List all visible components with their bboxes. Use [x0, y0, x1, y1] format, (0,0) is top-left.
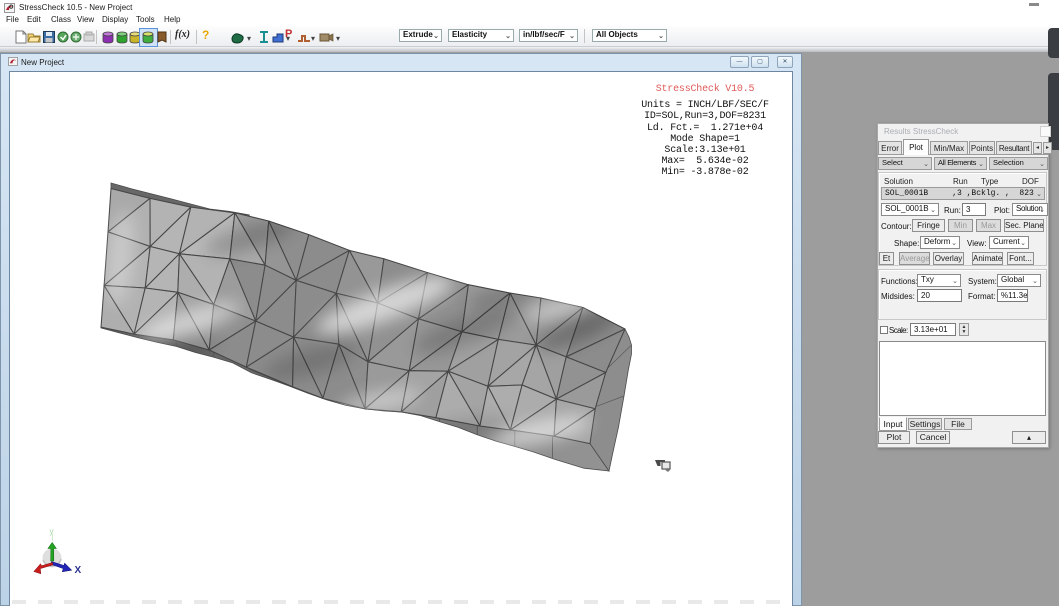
svg-text:y: y — [50, 527, 54, 536]
svg-text:X: X — [75, 565, 82, 576]
